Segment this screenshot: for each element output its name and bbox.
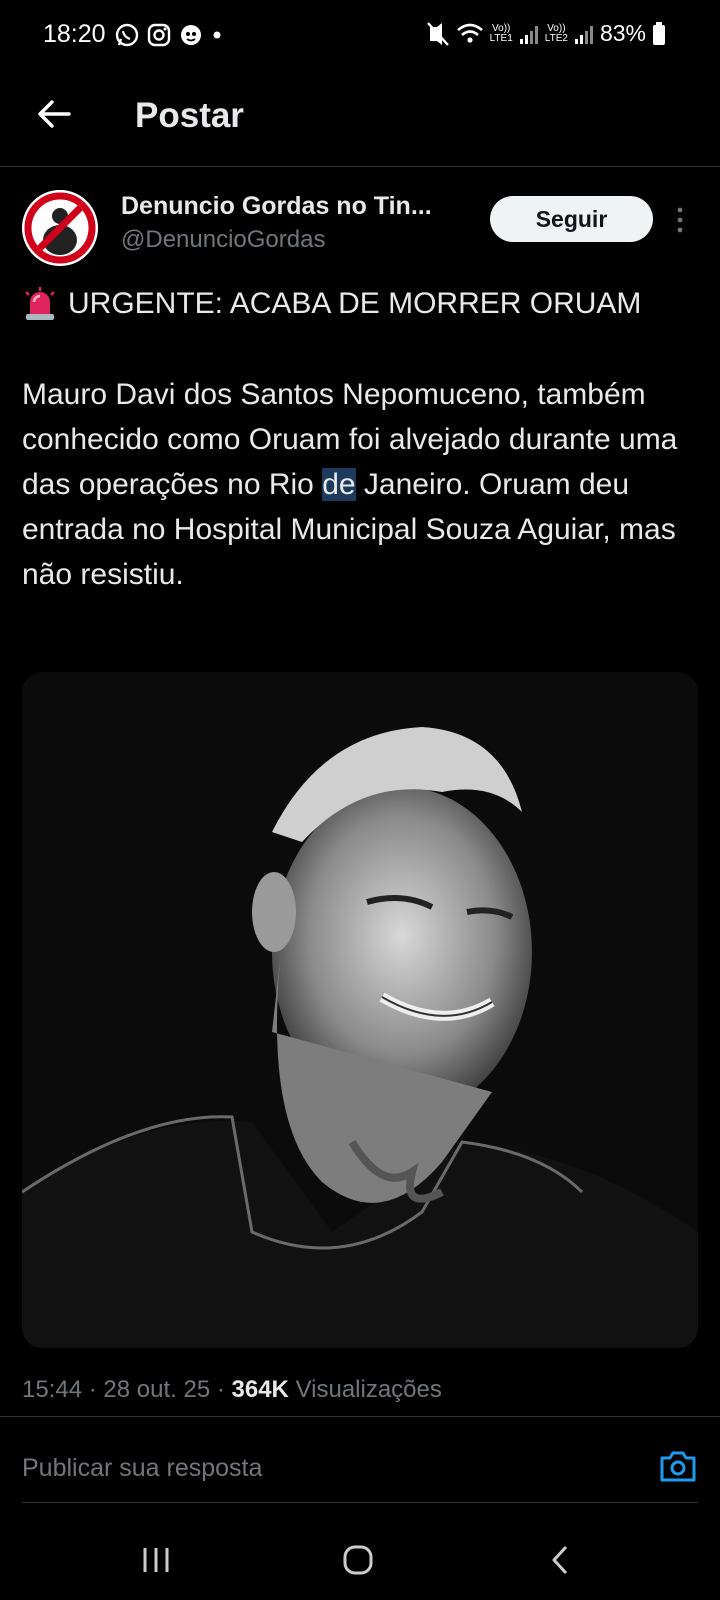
meta-separator: ·	[216, 1376, 232, 1403]
arrow-left-icon	[38, 100, 71, 128]
post-time: 15:44	[22, 1376, 83, 1403]
page-title: Postar	[135, 96, 244, 135]
post-date: 28 out. 25	[103, 1376, 211, 1403]
more-options-button[interactable]	[668, 205, 692, 235]
post-image[interactable]	[22, 672, 698, 1348]
wifi-icon	[456, 23, 483, 43]
system-navigation-bar	[0, 1520, 720, 1600]
home-icon	[343, 1545, 373, 1575]
follow-button[interactable]: Seguir	[490, 196, 653, 242]
status-bar: 18:20 Vo)) LTE1 Vo)) LTE2 83%	[0, 0, 720, 74]
sim1-volte: Vo))	[492, 22, 511, 34]
back-button[interactable]	[32, 92, 76, 136]
siren-icon	[25, 287, 55, 320]
camera-button[interactable]	[658, 1446, 698, 1486]
battery-percent: 83%	[599, 20, 646, 46]
whatsapp-icon	[115, 23, 139, 47]
portrait-photo	[22, 672, 698, 1348]
signal-icon	[574, 25, 593, 44]
vibrate-mute-icon	[426, 21, 449, 46]
top-app-bar: Postar	[0, 74, 720, 167]
app-notification-icon	[181, 25, 201, 45]
sim2-volte: Vo))	[547, 22, 566, 34]
meta-separator: ·	[88, 1376, 104, 1403]
author-handle[interactable]: @DenuncioGordas	[121, 226, 325, 254]
back-icon	[552, 1545, 568, 1575]
recent-apps-button[interactable]	[126, 1538, 186, 1582]
headline-text: URGENTE: ACABA DE MORRER ORUAM	[68, 287, 642, 320]
sim1-label: Vo)) LTE1	[489, 22, 513, 44]
nav-back-button[interactable]	[530, 1538, 590, 1582]
camera-icon	[660, 1451, 696, 1482]
reply-composer[interactable]: Publicar sua resposta	[22, 1446, 698, 1503]
post-headline: URGENTE: ACABA DE MORRER ORUAM	[22, 286, 702, 322]
reply-input[interactable]: Publicar sua resposta	[22, 1454, 262, 1483]
avatar[interactable]	[22, 190, 98, 266]
instagram-icon	[147, 23, 171, 47]
battery-icon	[653, 21, 665, 45]
recent-apps-icon	[143, 1548, 169, 1572]
author-display-name[interactable]: Denuncio Gordas no Tin...	[121, 192, 466, 221]
divider	[0, 1416, 720, 1417]
no-symbol-avatar-icon	[22, 190, 98, 266]
home-button[interactable]	[328, 1538, 388, 1582]
post-meta: 15:44 · 28 out. 25 · 364K Visualizações	[22, 1376, 442, 1404]
vertical-dots-icon	[677, 207, 683, 233]
views-count[interactable]: 364K	[232, 1376, 289, 1403]
sim2-network: LTE2	[544, 32, 568, 44]
status-time: 18:20	[43, 20, 106, 48]
selected-word: de	[322, 468, 356, 501]
sim1-network: LTE1	[489, 32, 513, 44]
signal-icon	[519, 25, 538, 44]
post-body: Mauro Davi dos Santos Nepomuceno, também…	[22, 372, 702, 597]
notification-icons	[114, 22, 224, 48]
sim2-label: Vo)) LTE2	[544, 22, 568, 44]
dot-icon	[213, 31, 221, 39]
system-status-icons: Vo)) LTE1 Vo)) LTE2 83%	[426, 20, 666, 47]
views-label[interactable]: Visualizações	[296, 1376, 442, 1403]
